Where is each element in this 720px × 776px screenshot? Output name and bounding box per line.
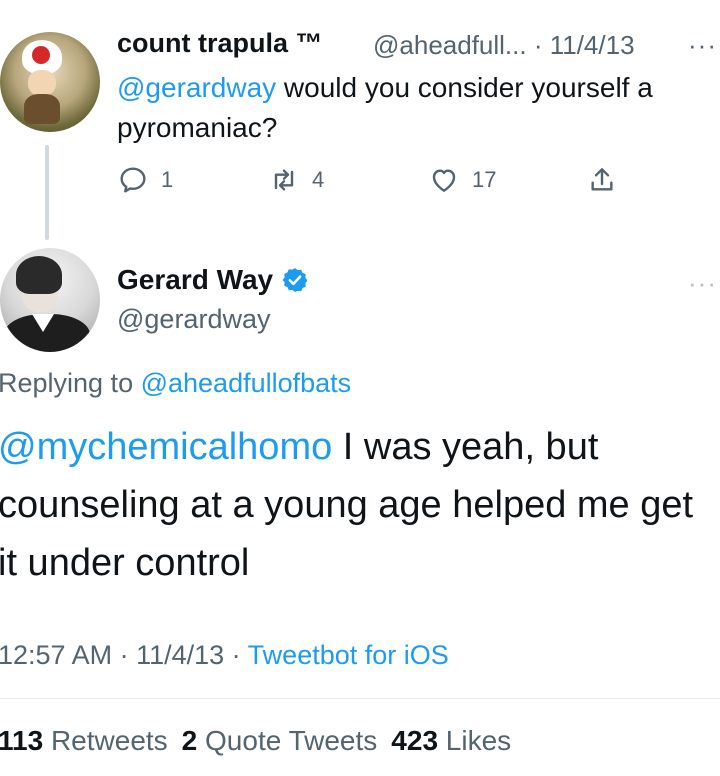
reply-count: 1 (161, 167, 174, 192)
reply-author-row[interactable]: Gerard Way (117, 264, 309, 296)
likes-stat[interactable]: 423 Likes (391, 725, 511, 757)
retweets-count: 113 (0, 725, 44, 756)
share-action[interactable] (586, 163, 618, 197)
parent-handle-date[interactable]: @aheadfull... · 11/4/13 (373, 30, 635, 61)
replying-prefix: Replying to (0, 368, 141, 398)
replying-handle-link[interactable]: @aheadfullofbats (141, 368, 352, 398)
reply-author-handle[interactable]: @gerardway (117, 304, 270, 335)
avatar-body-shape (24, 94, 60, 124)
tweet-source-link[interactable]: Tweetbot for iOS (248, 640, 449, 670)
avatar-spot-shape (32, 46, 50, 64)
retweet-count: 4 (312, 167, 325, 192)
avatar-gerard-way[interactable] (0, 248, 100, 352)
retweet-action[interactable]: 4 (268, 163, 324, 197)
avatar-hair-shape (16, 256, 62, 294)
likes-count: 423 (391, 725, 439, 756)
quote-tweets-stat[interactable]: 2 Quote Tweets (182, 725, 378, 757)
tweet-meta-line: 12:57 AM · 11/4/13 · Tweetbot for iOS (0, 640, 449, 671)
avatar-count-trapula[interactable] (0, 32, 100, 132)
reply-mention-link[interactable]: @mychemicalhomo (0, 426, 332, 468)
parent-more-menu-icon[interactable]: ··· (688, 30, 717, 61)
reply-icon (120, 167, 146, 193)
thread-connector-line (45, 145, 49, 240)
reply-more-menu-icon[interactable]: ··· (688, 268, 717, 299)
replying-to-line: Replying to @aheadfullofbats (0, 368, 351, 399)
tweet-time-date[interactable]: 12:57 AM · 11/4/13 · (0, 640, 248, 670)
avatar-face-shape (28, 70, 56, 96)
reply-tweet-text: @mychemicalhomo I was yeah, but counseli… (0, 418, 713, 592)
parent-author-name[interactable]: count trapula ™ (117, 28, 323, 59)
retweet-icon (274, 169, 294, 191)
verified-badge-icon (282, 268, 308, 292)
likes-label: Likes (445, 725, 512, 756)
parent-mention-link[interactable]: @gerardway (117, 72, 276, 103)
stats-divider (0, 698, 720, 699)
quote-tweets-count: 2 (181, 725, 198, 756)
reply-action[interactable]: 1 (117, 163, 173, 197)
parent-tweet-text: @gerardway would you consider yourself a… (117, 68, 717, 148)
like-count: 17 (472, 167, 497, 192)
quote-tweets-label: Quote Tweets (205, 725, 378, 756)
like-action[interactable]: 17 (428, 163, 496, 197)
tweet-stats-row: 113 Retweets 2 Quote Tweets 423 Likes (0, 725, 511, 757)
retweets-label: Retweets (50, 725, 168, 756)
reply-author-name[interactable]: Gerard Way (117, 264, 273, 296)
heart-icon (432, 169, 456, 192)
retweets-stat[interactable]: 113 Retweets (0, 725, 168, 757)
share-icon (591, 168, 613, 191)
